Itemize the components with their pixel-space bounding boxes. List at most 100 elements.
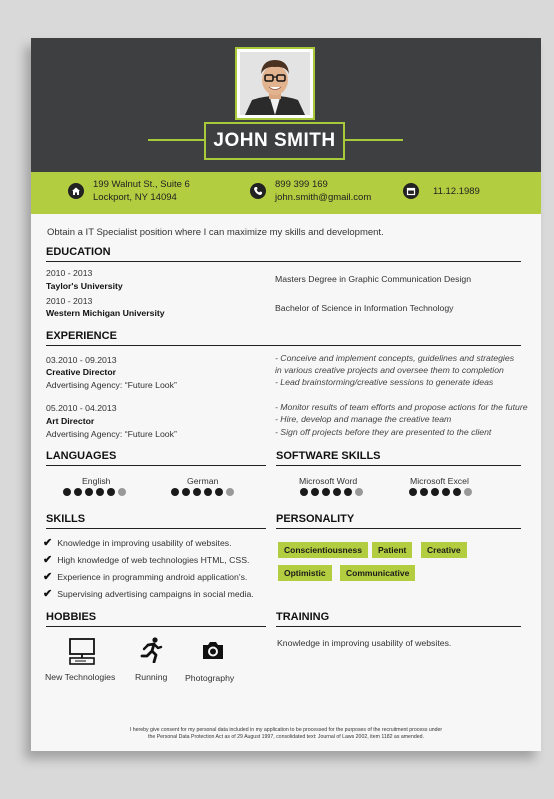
rating-dot-filled bbox=[182, 488, 190, 496]
training-heading: TRAINING bbox=[276, 611, 521, 627]
language-english-rating bbox=[63, 488, 126, 496]
email-address: john.smith@gmail.com bbox=[275, 192, 372, 203]
training-text: Knowledge in improving usability of webs… bbox=[277, 638, 452, 648]
exp2-duty3: - Sign off projects before they are pres… bbox=[275, 427, 492, 437]
software-excel-rating bbox=[409, 488, 472, 496]
name-box: JOHN SMITH bbox=[204, 122, 345, 160]
rating-dot-filled bbox=[74, 488, 82, 496]
rating-dot-filled bbox=[442, 488, 450, 496]
exp2-duty2: - Hire, develop and manage the creative … bbox=[275, 414, 452, 424]
exp1-duty3: - Lead brainstorming/creative sessions t… bbox=[275, 377, 494, 387]
rating-dot-empty bbox=[118, 488, 126, 496]
address-block: 199 Walnut St., Suite 6 Lockport, NY 140… bbox=[68, 178, 190, 204]
rating-dot-filled bbox=[453, 488, 461, 496]
checkmark-icon: ✔ bbox=[43, 571, 53, 583]
hobby-label: New Technologies bbox=[45, 672, 116, 682]
rating-dot-filled bbox=[300, 488, 308, 496]
hobby-label: Running bbox=[135, 672, 168, 682]
exp1-dates: 03.2010 - 09.2013 bbox=[46, 355, 117, 365]
personality-heading: PERSONALITY bbox=[276, 513, 521, 529]
experience-heading: EXPERIENCE bbox=[46, 330, 521, 346]
language-german: German bbox=[187, 476, 219, 486]
edu2-degree: Bachelor of Science in Information Techn… bbox=[275, 303, 454, 313]
personality-tag: Patient bbox=[372, 542, 413, 558]
personality-tag: Creative bbox=[421, 542, 467, 558]
checkmark-icon: ✔ bbox=[43, 554, 53, 566]
personality-tag: Communicative bbox=[340, 565, 416, 581]
software-word: Microsoft Word bbox=[299, 476, 358, 486]
edu1-school: Taylor's University bbox=[46, 281, 123, 291]
camera-icon bbox=[201, 640, 225, 665]
resume-page: JOHN SMITH 199 Walnut St., Suite 6 Lockp… bbox=[31, 38, 541, 751]
exp1-duty2: in various creative projects and oversee… bbox=[275, 365, 504, 375]
skill-item: ✔ Experience in programming android appli… bbox=[43, 571, 248, 583]
rating-dot-filled bbox=[431, 488, 439, 496]
rating-dot-filled bbox=[85, 488, 93, 496]
home-icon bbox=[68, 183, 84, 199]
profile-photo bbox=[235, 47, 315, 120]
runner-icon bbox=[139, 637, 163, 668]
skill-item: ✔ High knowledge of web technologies HTML… bbox=[43, 554, 250, 566]
consent-line2: the Personal Data Protection Act as of 2… bbox=[148, 734, 424, 740]
rating-dot-filled bbox=[322, 488, 330, 496]
phone-icon bbox=[250, 183, 266, 199]
rating-dot-filled bbox=[333, 488, 341, 496]
software-excel: Microsoft Excel bbox=[410, 476, 469, 486]
language-german-rating bbox=[171, 488, 234, 496]
education-heading: EDUCATION bbox=[46, 246, 521, 262]
computer-icon bbox=[69, 638, 95, 671]
personality-tag: Optimistic bbox=[278, 565, 332, 581]
objective-text: Obtain a IT Specialist position where I … bbox=[47, 227, 384, 238]
software-skills-heading: SOFTWARE SKILLS bbox=[276, 450, 521, 466]
contact-bar: 199 Walnut St., Suite 6 Lockport, NY 140… bbox=[31, 172, 541, 214]
header-band: JOHN SMITH bbox=[31, 38, 541, 172]
rating-dot-filled bbox=[171, 488, 179, 496]
name-rule-left bbox=[148, 139, 204, 141]
birth-date: 11.12.1989 bbox=[433, 185, 480, 197]
rating-dot-filled bbox=[311, 488, 319, 496]
exp2-dates: 05.2010 - 04.2013 bbox=[46, 403, 117, 413]
personality-tag: Conscientiousness bbox=[278, 542, 368, 558]
skills-heading: SKILLS bbox=[46, 513, 266, 529]
rating-dot-filled bbox=[193, 488, 201, 496]
checkmark-icon: ✔ bbox=[43, 588, 53, 600]
phone-number: 899 399 169 bbox=[275, 179, 328, 190]
rating-dot-filled bbox=[63, 488, 71, 496]
rating-dot-filled bbox=[215, 488, 223, 496]
edu1-years: 2010 - 2013 bbox=[46, 268, 93, 278]
calendar-icon bbox=[403, 183, 419, 199]
address-line1: 199 Walnut St., Suite 6 bbox=[93, 179, 190, 190]
rating-dot-filled bbox=[204, 488, 212, 496]
exp2-role: Art Director bbox=[46, 416, 95, 426]
languages-heading: LANGUAGES bbox=[46, 450, 266, 466]
software-word-rating bbox=[300, 488, 363, 496]
rating-dot-filled bbox=[344, 488, 352, 496]
exp1-role: Creative Director bbox=[46, 367, 117, 377]
edu1-degree: Masters Degree in Graphic Communication … bbox=[275, 274, 472, 284]
full-name: JOHN SMITH bbox=[213, 130, 336, 151]
exp1-agency: Advertising Agency: “Future Look” bbox=[46, 380, 177, 390]
rating-dot-filled bbox=[420, 488, 428, 496]
birthdate-block: 11.12.1989 bbox=[403, 183, 480, 199]
address-line2: Lockport, NY 14094 bbox=[93, 192, 177, 203]
rating-dot-filled bbox=[96, 488, 104, 496]
skill-item: ✔ Supervising advertising campaigns in so… bbox=[43, 588, 254, 600]
consent-line1: I hereby give consent for my personal da… bbox=[129, 727, 443, 733]
rating-dot-filled bbox=[409, 488, 417, 496]
phone-email-block: 899 399 169 john.smith@gmail.com bbox=[250, 178, 371, 204]
consent-clause: I hereby give consent for my personal da… bbox=[71, 727, 501, 741]
rating-dot-empty bbox=[226, 488, 234, 496]
exp2-duty1: - Monitor results of team efforts and pr… bbox=[275, 402, 528, 412]
name-rule-right bbox=[345, 139, 403, 141]
exp2-agency: Advertising Agency: “Future Look” bbox=[46, 429, 177, 439]
rating-dot-empty bbox=[464, 488, 472, 496]
portrait-image bbox=[240, 52, 310, 115]
rating-dot-filled bbox=[107, 488, 115, 496]
checkmark-icon: ✔ bbox=[43, 537, 53, 549]
hobbies-heading: HOBBIES bbox=[46, 611, 266, 627]
edu2-school: Western Michigan University bbox=[46, 308, 165, 318]
edu2-years: 2010 - 2013 bbox=[46, 296, 93, 306]
skill-item: ✔ Knowledge in improving usability of web… bbox=[43, 537, 232, 549]
language-english: English bbox=[82, 476, 111, 486]
exp1-duty1: - Conceive and implement concepts, guide… bbox=[275, 353, 515, 363]
